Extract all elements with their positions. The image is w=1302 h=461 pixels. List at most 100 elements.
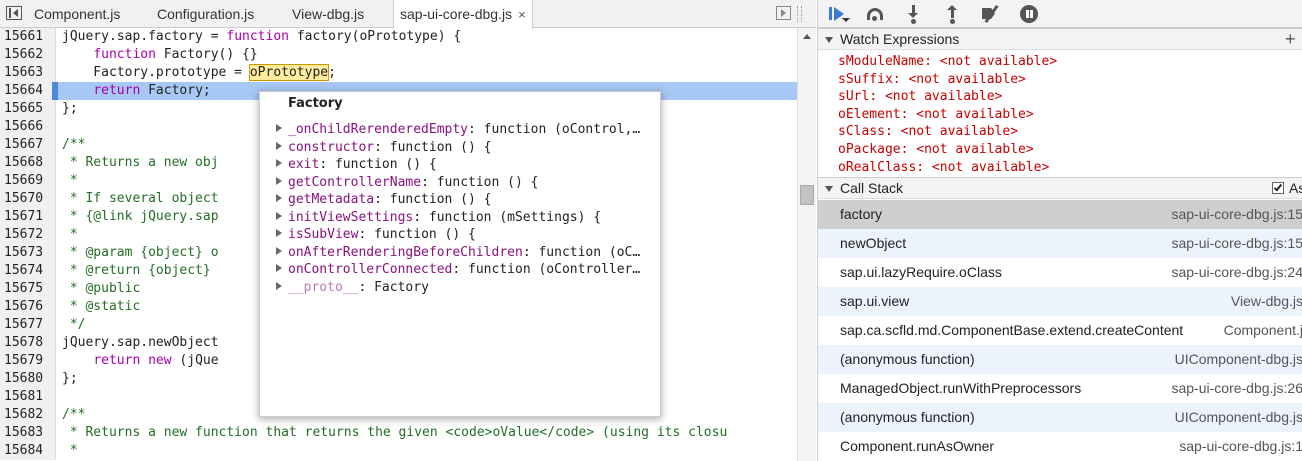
call-frame[interactable]: sap.ui.lazyRequire.oClass sap-ui-core-dbg… <box>818 258 1302 287</box>
watch-expression[interactable]: sUrl: <not available> <box>838 88 1002 105</box>
call-frame[interactable]: factory sap-ui-core-dbg.js:15 <box>818 200 1302 229</box>
expand-arrow-icon[interactable] <box>276 141 282 150</box>
line-number[interactable]: 15669 <box>0 172 56 190</box>
line-number[interactable]: 15662 <box>0 46 56 64</box>
deactivate-breakpoints-icon[interactable] <box>980 4 1002 24</box>
object-property[interactable]: getControllerName: function () { <box>276 174 648 191</box>
code-line[interactable]: 15683 * Returns a new function that retu… <box>0 424 797 442</box>
step-out-icon[interactable] <box>942 4 964 24</box>
watch-expression[interactable]: sClass: <not available> <box>838 123 1018 140</box>
code-token: }; <box>62 101 78 116</box>
call-frame[interactable]: sap.ui.view View-dbg.js <box>818 287 1302 316</box>
step-over-icon[interactable] <box>864 4 886 24</box>
scroll-thumb[interactable] <box>800 185 814 205</box>
watch-value: : <not available> <box>916 159 1050 175</box>
object-property[interactable]: exit: function () { <box>276 156 648 173</box>
line-number[interactable]: 15672 <box>0 226 56 244</box>
object-property[interactable]: onControllerConnected: function (oContro… <box>276 261 648 278</box>
line-number[interactable]: 15678 <box>0 334 56 352</box>
object-property[interactable]: initViewSettings: function (mSettings) { <box>276 209 648 226</box>
code-line[interactable]: 15662 function Factory() {} <box>0 46 797 64</box>
code-line[interactable]: 15684 * <box>0 442 797 460</box>
line-number[interactable]: 15663 <box>0 64 56 82</box>
line-number[interactable]: 15673 <box>0 244 56 262</box>
object-property[interactable]: getMetadata: function () { <box>276 191 648 208</box>
watch-expressions-header[interactable]: Watch Expressions + <box>818 28 1302 50</box>
expand-arrow-icon[interactable] <box>276 229 282 237</box>
frame-location-link[interactable]: UIComponent-dbg.js <box>1175 345 1302 374</box>
line-number[interactable]: 15665 <box>0 100 56 118</box>
line-number[interactable]: 15661 <box>0 28 56 46</box>
divider <box>797 6 798 22</box>
frame-location-link[interactable]: View-dbg.js <box>1231 287 1302 316</box>
line-number[interactable]: 15683 <box>0 424 56 442</box>
object-property[interactable]: __proto__: Factory <box>276 279 648 296</box>
line-number[interactable]: 15684 <box>0 442 56 460</box>
add-icon[interactable]: + <box>1285 29 1296 49</box>
tab-configuration-js[interactable]: Configuration.js <box>157 0 254 28</box>
call-frame[interactable]: newObject sap-ui-core-dbg.js:15 <box>818 229 1302 258</box>
call-frame[interactable]: Component.runAsOwner sap-ui-core-dbg.js:1 <box>818 432 1302 461</box>
object-property[interactable]: onAfterRenderingBeforeChildren: function… <box>276 244 648 261</box>
scroll-up-icon[interactable] <box>803 34 811 39</box>
line-number[interactable]: 15670 <box>0 190 56 208</box>
step-into-icon[interactable] <box>903 4 925 24</box>
expand-arrow-icon[interactable] <box>276 176 282 185</box>
toggle-navigator-icon[interactable] <box>6 6 22 20</box>
frame-location-link[interactable]: sap-ui-core-dbg.js:15 <box>1171 200 1302 229</box>
watch-expression[interactable]: oRealClass: <not available> <box>838 159 1049 176</box>
call-frame[interactable]: (anonymous function) UIComponent-dbg.js <box>818 345 1302 374</box>
object-property[interactable]: _onChildRerenderedEmpty: function (oCont… <box>276 121 648 138</box>
code-line[interactable]: 15663 Factory.prototype = oPrototype; <box>0 64 797 82</box>
object-property[interactable]: isSubView: function () { <box>276 226 648 243</box>
expand-arrow-icon[interactable] <box>276 246 282 255</box>
line-number[interactable]: 15675 <box>0 280 56 298</box>
line-number[interactable]: 15677 <box>0 316 56 334</box>
line-number[interactable]: 15664 <box>0 82 56 100</box>
code-token: return <box>93 353 141 368</box>
watch-expression[interactable]: oPackage: <not available> <box>838 141 1034 158</box>
pause-on-exceptions-icon[interactable] <box>1018 4 1040 24</box>
call-stack-header[interactable]: Call Stack As <box>818 177 1302 199</box>
resume-icon[interactable] <box>826 4 850 24</box>
tab-sap-ui-core-dbg-js[interactable]: sap-ui-core-dbg.js × <box>393 0 533 29</box>
tab-component-js[interactable]: Component.js <box>34 0 120 28</box>
highlighted-token[interactable]: oPrototype <box>248 64 330 81</box>
watch-expression[interactable]: sSuffix: <not available> <box>838 71 1026 88</box>
code-line[interactable]: 15661 jQuery.sap.factory = function facto… <box>0 28 797 46</box>
expand-arrow-icon[interactable] <box>276 194 282 202</box>
expand-arrow-icon[interactable] <box>276 264 282 272</box>
line-number[interactable]: 15680 <box>0 370 56 388</box>
tab-view-dbg-js[interactable]: View-dbg.js <box>292 0 364 28</box>
line-number[interactable]: 15667 <box>0 136 56 154</box>
call-frame[interactable]: (anonymous function) UIComponent-dbg.js <box>818 403 1302 432</box>
expand-arrow-icon[interactable] <box>276 211 282 220</box>
frame-location-link[interactable]: sap-ui-core-dbg.js:24 <box>1171 258 1302 287</box>
frame-location-link[interactable]: UIComponent-dbg.js <box>1175 403 1302 432</box>
frame-location-link[interactable]: sap-ui-core-dbg.js:15 <box>1171 229 1302 258</box>
line-number[interactable]: 15679 <box>0 352 56 370</box>
async-checkbox[interactable] <box>1272 182 1284 194</box>
expand-arrow-icon[interactable] <box>276 159 282 167</box>
line-number[interactable]: 15674 <box>0 262 56 280</box>
close-tab-icon[interactable]: × <box>518 7 526 22</box>
line-number[interactable]: 15676 <box>0 298 56 316</box>
line-number[interactable]: 15666 <box>0 118 56 136</box>
toggle-debugger-icon[interactable] <box>776 6 791 20</box>
call-frame[interactable]: sap.ca.scfld.md.ComponentBase.extend.cre… <box>818 316 1302 345</box>
frame-location-link[interactable]: sap-ui-core-dbg.js:26 <box>1171 374 1302 403</box>
expand-arrow-icon[interactable] <box>276 281 282 290</box>
line-number[interactable]: 15671 <box>0 208 56 226</box>
line-number[interactable]: 15668 <box>0 154 56 172</box>
editor-scrollbar[interactable] <box>797 28 816 461</box>
watch-expression[interactable]: sModuleName: <not available> <box>838 53 1057 70</box>
call-frame[interactable]: ManagedObject.runWithPreprocessors sap-ui… <box>818 374 1302 403</box>
expand-arrow-icon[interactable] <box>276 124 282 132</box>
object-property[interactable]: constructor: function () { <box>276 139 648 156</box>
frame-location-link[interactable]: sap-ui-core-dbg.js:1 <box>1179 432 1302 461</box>
line-number[interactable]: 15681 <box>0 388 56 406</box>
frame-location-link[interactable]: Component.j <box>1224 316 1302 345</box>
line-number[interactable]: 15682 <box>0 406 56 424</box>
watch-expression[interactable]: oElement: <not available> <box>838 106 1034 123</box>
debugger-toolbar <box>818 0 1302 28</box>
